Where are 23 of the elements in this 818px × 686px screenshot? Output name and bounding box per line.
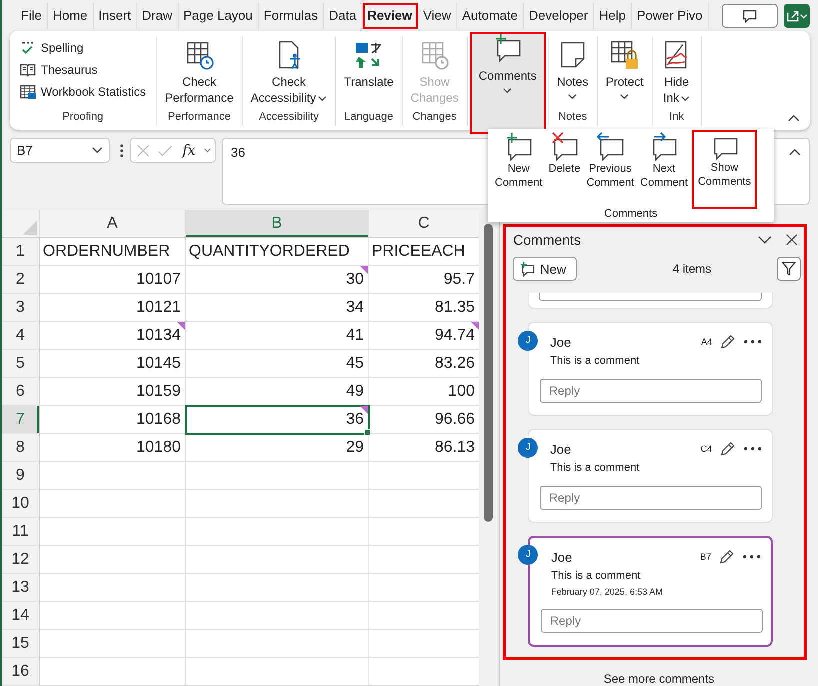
group-label: Language	[344, 110, 394, 125]
cell-reference: B7	[700, 552, 712, 562]
group-label: Proofing	[62, 110, 105, 125]
avatar: J	[518, 438, 538, 458]
author-name: Joe	[551, 550, 574, 564]
pane-title: Comments	[513, 232, 582, 248]
author-name: Joe	[550, 334, 572, 350]
comment-text: This is a comment	[550, 462, 641, 474]
cell-reference: C4	[700, 444, 712, 454]
menu-group-label: Comments	[603, 208, 659, 222]
group-label: Changes	[412, 110, 458, 125]
comment-text: This is a comment	[550, 355, 641, 367]
cell-reference: A4	[701, 337, 712, 347]
comment-text: This is a comment	[551, 570, 642, 582]
group-label: Accessibility	[258, 110, 320, 125]
group-label: Notes	[557, 110, 588, 125]
author-name: Joe	[550, 442, 572, 456]
item-count: 4 items	[672, 262, 713, 276]
avatar: J	[518, 331, 538, 351]
avatar: J	[518, 545, 538, 565]
group-label: Performance	[167, 110, 232, 125]
group-label: Ink	[668, 110, 686, 125]
comment-date: February 07, 2025, 6:53 AM	[551, 587, 664, 597]
